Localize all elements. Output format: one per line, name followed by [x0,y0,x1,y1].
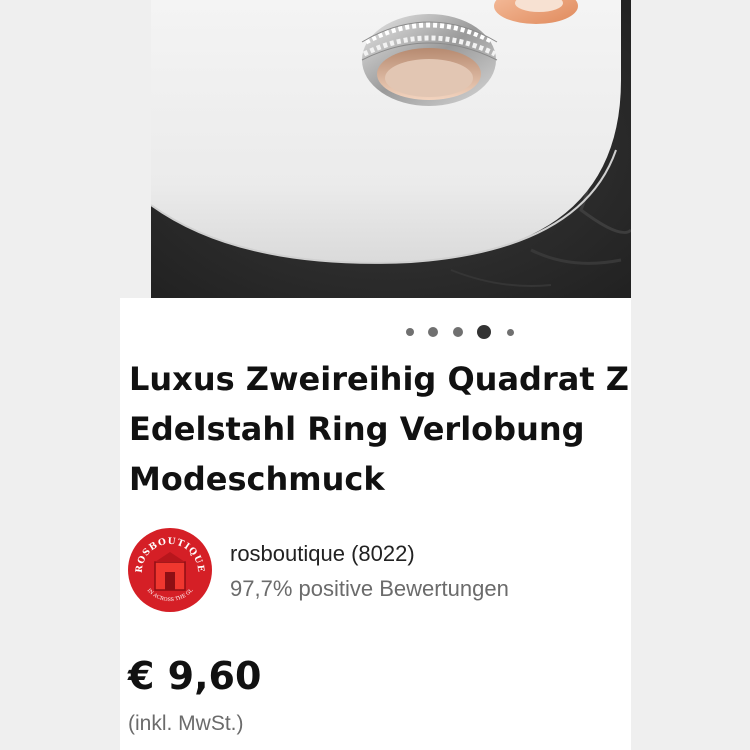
title-line: Modeschmuck [129,460,385,498]
pagination-dot[interactable] [453,327,463,337]
product-photo [151,0,631,298]
pagination-dot-active[interactable] [477,325,491,339]
listing-card: Luxus Zweireihig Quadrat Zirkonia Edelst… [120,298,631,750]
seller-name-link[interactable]: rosboutique (8022) [230,541,415,567]
listing-page: Luxus Zweireihig Quadrat Zirkonia Edelst… [0,0,750,750]
pagination-dot[interactable] [406,328,414,336]
pagination-dot[interactable] [428,327,438,337]
listing-title: Luxus Zweireihig Quadrat Zirkonia Edelst… [129,354,631,504]
product-image[interactable] [151,0,631,298]
gallery-pagination [120,322,631,342]
title-line: Edelstahl Ring Verlobung [129,410,585,448]
seller-feedback: 97,7% positive Bewertungen [230,576,509,601]
title-line: Luxus Zweireihig Quadrat Zirkonia [129,360,631,398]
price: € 9,60 [128,654,262,698]
tax-note: (inkl. MwSt.) [128,712,244,735]
pagination-dot[interactable] [507,329,514,336]
seller-logo[interactable]: ROSBOUTIQUE IN ACROSS THE GL [128,528,212,612]
